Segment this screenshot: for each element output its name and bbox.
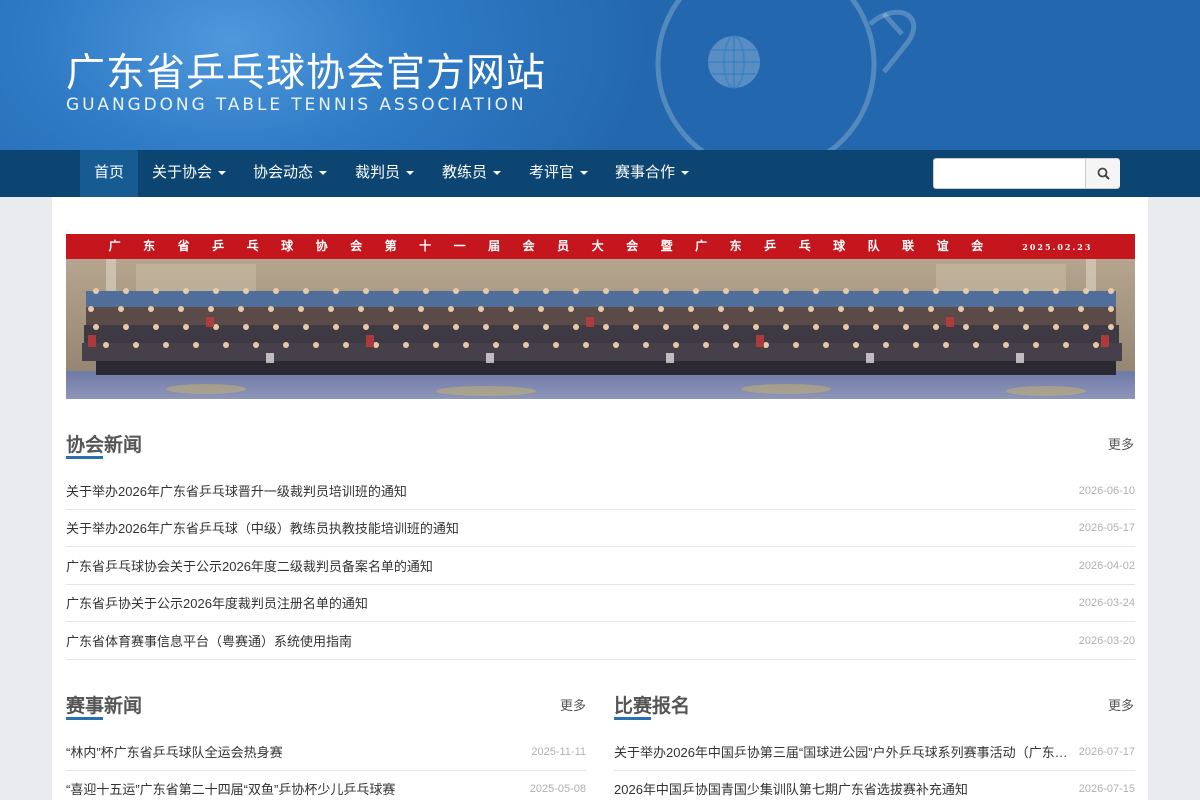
registration-title: 比赛报名 — [614, 696, 691, 717]
site-subtitle: GUANGDONG TABLE TENNIS ASSOCIATION — [66, 95, 527, 115]
association-news-underline — [66, 456, 103, 459]
news-date: 2026-07-15 — [1078, 783, 1135, 795]
news-title[interactable]: 广东省乒协关于公示2026年度裁判员注册名单的通知 — [66, 585, 966, 622]
news-title[interactable]: 关于举办2026年广东省乒乓球（中级）教练员执教技能培训班的通知 — [66, 510, 966, 547]
news-date: 2026-06-10 — [1078, 485, 1135, 497]
list-item[interactable]: “喜迎十五运”广东省第二十四届“双鱼”乒协杯少儿乒乓球赛 2025-05-08 — [66, 771, 586, 800]
news-title[interactable]: 2026年中国乒协国青国少集训队第七期广东省选拔赛补充通知 — [614, 771, 1054, 800]
news-date: 2026-03-20 — [1078, 635, 1135, 647]
caret-down-icon — [580, 171, 589, 176]
nav-item-home[interactable]: 首页 — [80, 150, 139, 197]
list-item[interactable]: 关于举办2026年广东省乒乓球晋升一级裁判员培训班的通知 2026-06-10 — [66, 473, 1135, 510]
news-date: 2026-03-24 — [1078, 597, 1135, 609]
search-input[interactable] — [934, 159, 1085, 188]
nav-label: 裁判员 — [355, 164, 401, 181]
list-item[interactable]: 广东省乒乓球协会关于公示2026年度二级裁判员备案名单的通知 2026-04-0… — [66, 548, 1135, 585]
list-item[interactable]: 关于举办2026年广东省乒乓球（中级）教练员执教技能培训班的通知 2026-05… — [66, 510, 1135, 547]
group-photo — [66, 259, 1135, 399]
list-item[interactable]: 关于举办2026年中国乒协第三届“国球进公园”户外乒乓球系列赛事活动（广东站）的… — [614, 734, 1135, 771]
registration-more-link[interactable]: 更多 — [1108, 695, 1134, 714]
search-button[interactable] — [1085, 159, 1120, 188]
search-box — [933, 158, 1120, 189]
caret-down-icon — [681, 171, 690, 176]
news-date: 2025-05-08 — [529, 783, 586, 795]
news-title[interactable]: 关于举办2026年中国乒协第三届“国球进公园”户外乒乓球系列赛事活动（广东站）的… — [614, 734, 1072, 771]
nav-label: 关于协会 — [152, 164, 213, 181]
nav-label: 考评官 — [529, 164, 575, 181]
nav-label: 赛事合作 — [615, 164, 676, 181]
site-title[interactable]: 广东省乒乓球协会官方网站 — [66, 42, 546, 98]
news-title[interactable]: 广东省体育赛事信息平台（粤赛通）系统使用指南 — [66, 623, 966, 660]
nav-label: 协会动态 — [253, 164, 314, 181]
list-item[interactable]: 广东省体育赛事信息平台（粤赛通）系统使用指南 2026-03-20 — [66, 623, 1135, 660]
news-date: 2026-05-17 — [1078, 522, 1135, 534]
banner-date: 2025.02.23 — [1022, 242, 1093, 252]
association-news-title: 协会新闻 — [66, 435, 143, 456]
list-item[interactable]: 广东省乒协关于公示2026年度裁判员注册名单的通知 2026-03-24 — [66, 585, 1135, 622]
nav-item-about[interactable]: 关于协会 — [138, 150, 240, 197]
event-news-underline — [66, 717, 103, 720]
event-news-title: 赛事新闻 — [66, 696, 143, 717]
nav-label: 首页 — [94, 164, 125, 181]
news-date: 2025-11-11 — [531, 746, 586, 758]
list-item[interactable]: 2026年中国乒协国青国少集训队第七期广东省选拔赛补充通知 2026-07-15 — [614, 771, 1135, 800]
nav-item-cooperation[interactable]: 赛事合作 — [601, 150, 703, 197]
caret-down-icon — [493, 171, 502, 176]
news-title[interactable]: “林内”杯广东省乒乓球队全运会热身赛 — [66, 734, 506, 771]
nav-item-news[interactable]: 协会动态 — [239, 150, 341, 197]
news-title[interactable]: 广东省乒乓球协会关于公示2026年度二级裁判员备案名单的通知 — [66, 548, 966, 585]
news-title[interactable]: 关于举办2026年广东省乒乓球晋升一级裁判员培训班的通知 — [66, 473, 966, 510]
event-news-more-link[interactable]: 更多 — [560, 695, 586, 714]
nav-item-referees[interactable]: 裁判员 — [341, 150, 428, 197]
table-tennis-logo-icon — [655, 0, 917, 150]
caret-down-icon — [218, 171, 227, 176]
news-title[interactable]: “喜迎十五运”广东省第二十四届“双鱼”乒协杯少儿乒乓球赛 — [66, 771, 506, 800]
banner-caption: 广东省乒乓球协会第十一届会员大会暨广东乒乓球队联谊会 — [108, 239, 1006, 253]
news-date: 2026-07-17 — [1078, 746, 1135, 758]
association-news-more-link[interactable]: 更多 — [1108, 434, 1134, 453]
nav-item-coaches[interactable]: 教练员 — [428, 150, 515, 197]
banner-caption-strip: 广东省乒乓球协会第十一届会员大会暨广东乒乓球队联谊会 2025.02.23 — [66, 234, 1135, 259]
caret-down-icon — [319, 171, 328, 176]
banner-image[interactable]: 广东省乒乓球协会第十一届会员大会暨广东乒乓球队联谊会 2025.02.23 — [66, 234, 1135, 399]
list-item[interactable]: “林内”杯广东省乒乓球队全运会热身赛 2025-11-11 — [66, 734, 586, 771]
news-date: 2026-04-02 — [1078, 560, 1135, 572]
nav-label: 教练员 — [442, 164, 488, 181]
search-icon — [1097, 167, 1110, 180]
caret-down-icon — [406, 171, 415, 176]
registration-underline — [614, 717, 651, 720]
nav-item-examiners[interactable]: 考评官 — [515, 150, 602, 197]
site-header: 广东省乒乓球协会官方网站 GUANGDONG TABLE TENNIS ASSO… — [0, 0, 1200, 150]
